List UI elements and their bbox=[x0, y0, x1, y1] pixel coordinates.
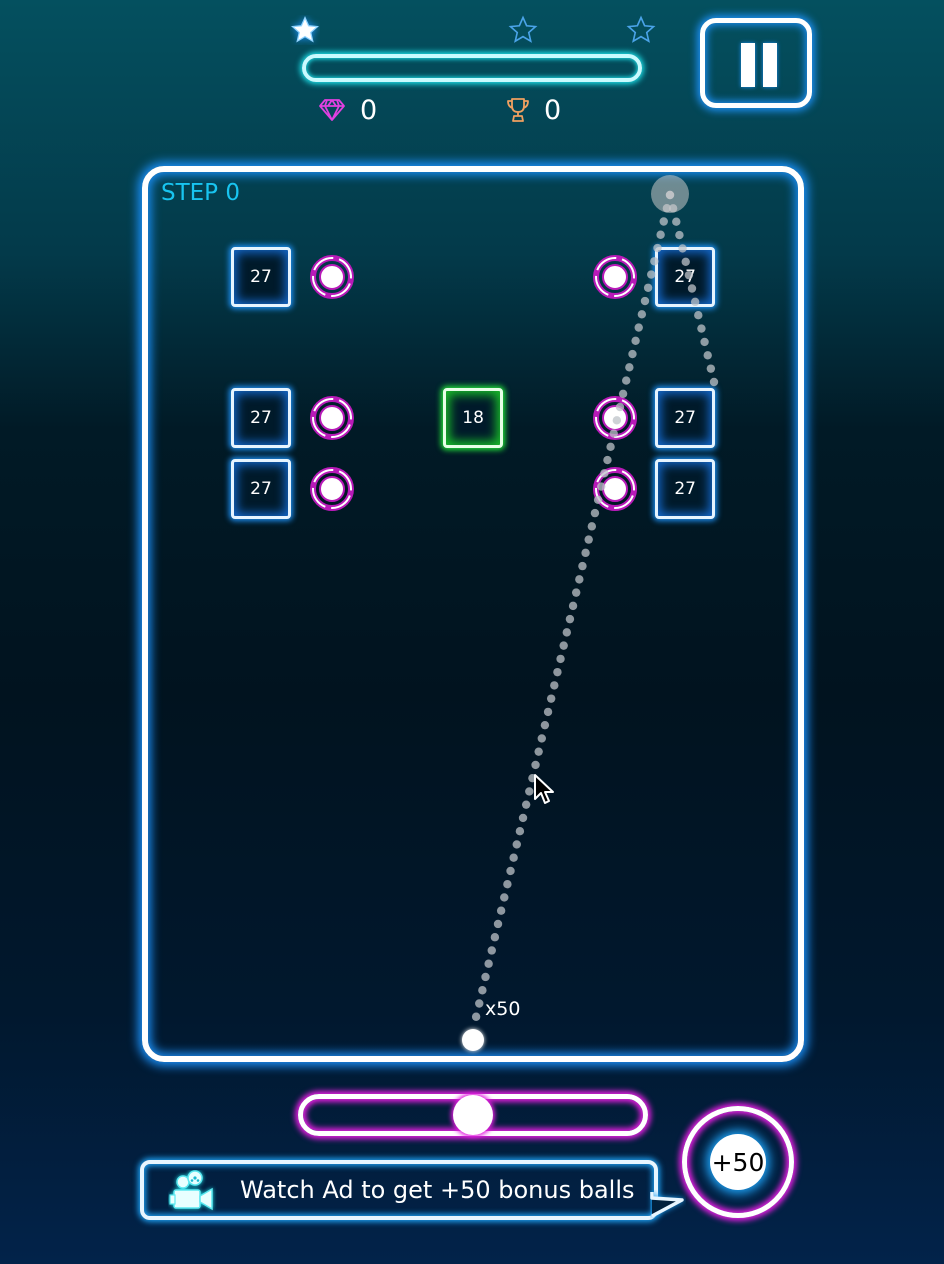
brick: 27 bbox=[655, 247, 716, 307]
diamond-icon bbox=[319, 99, 345, 121]
watch-ad-banner[interactable]: Watch Ad to get +50 bonus balls bbox=[140, 1160, 658, 1220]
aim-slider[interactable] bbox=[298, 1094, 648, 1136]
aim-slider-thumb[interactable] bbox=[453, 1095, 493, 1135]
bonus-ball-pickup bbox=[592, 466, 637, 511]
brick: 27 bbox=[231, 388, 291, 448]
brick: 27 bbox=[655, 458, 716, 519]
trophy-count: 0 bbox=[544, 94, 562, 126]
bonus-ball-pickup bbox=[309, 255, 354, 299]
bonus-ball-pickup bbox=[592, 396, 637, 440]
star-empty-icon bbox=[626, 15, 656, 43]
star-empty-icon bbox=[508, 15, 538, 43]
bubble-tail bbox=[650, 1192, 684, 1218]
launcher-ball[interactable] bbox=[462, 1029, 484, 1051]
step-counter: STEP 0 bbox=[161, 180, 240, 206]
bonus-ball-pickup bbox=[309, 396, 354, 440]
pause-button[interactable] bbox=[700, 18, 812, 108]
brick: 27 bbox=[231, 247, 291, 307]
movie-camera-icon bbox=[169, 1170, 213, 1211]
bonus-balls-label: +50 bbox=[710, 1134, 766, 1190]
bonus-ball-pickup bbox=[592, 255, 637, 299]
brick: 27 bbox=[655, 388, 716, 448]
ball-count-label: x50 bbox=[485, 998, 521, 1020]
brick: 18 bbox=[443, 388, 504, 448]
trophy-counter: 0 bbox=[506, 92, 561, 128]
aim-target-ghost-ball bbox=[651, 175, 689, 213]
bonus-ball-pickup bbox=[309, 466, 354, 511]
level-progress-bar bbox=[302, 54, 642, 82]
mouse-cursor-icon bbox=[534, 774, 554, 804]
trophy-icon bbox=[507, 98, 529, 122]
brick: 27 bbox=[231, 458, 291, 519]
bonus-balls-button[interactable]: +50 bbox=[682, 1106, 794, 1218]
gem-counter: 0 bbox=[318, 92, 377, 128]
star-filled-icon bbox=[290, 15, 320, 43]
gem-count: 0 bbox=[360, 94, 378, 126]
watch-ad-text: Watch Ad to get +50 bonus balls bbox=[240, 1176, 635, 1204]
